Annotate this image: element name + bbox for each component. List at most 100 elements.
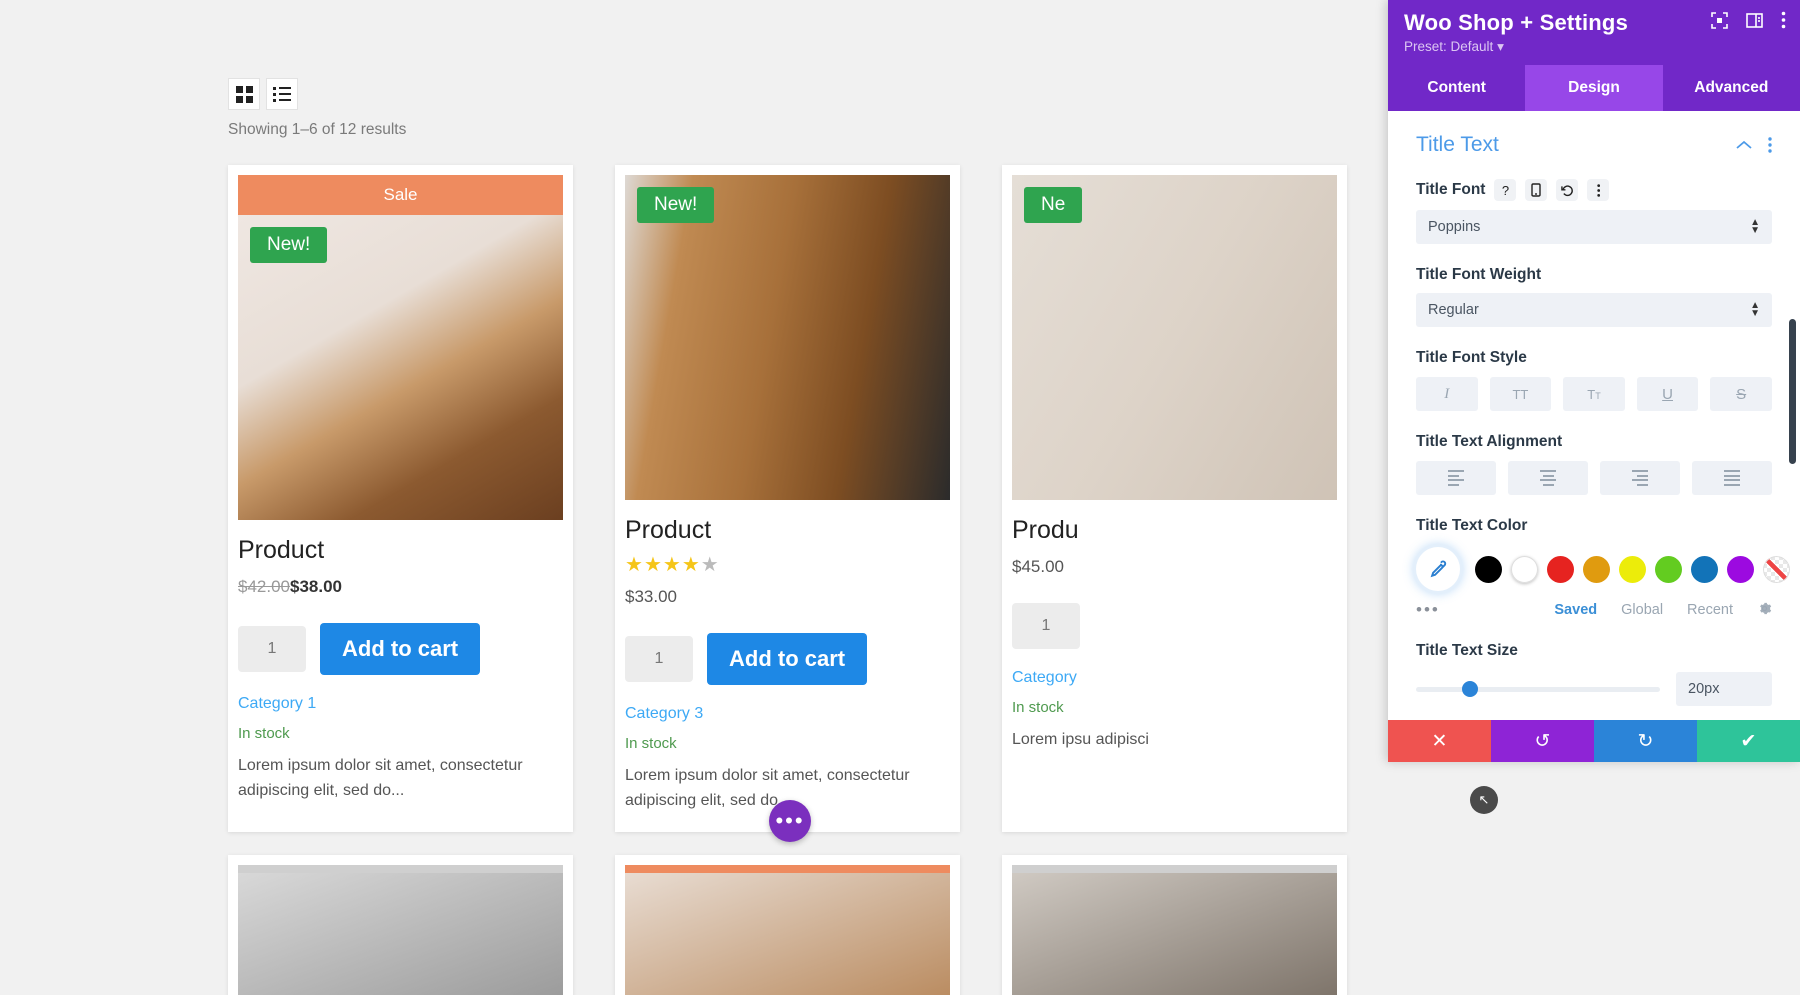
help-icon[interactable]: ?	[1494, 179, 1517, 201]
text-alignment-button-row	[1416, 461, 1772, 495]
align-justify-button[interactable]	[1692, 461, 1772, 495]
more-vertical-icon[interactable]	[1768, 137, 1772, 153]
more-vertical-icon[interactable]	[1587, 179, 1610, 201]
results-count: Showing 1–6 of 12 results	[228, 121, 407, 138]
save-button[interactable]: ✔	[1697, 720, 1800, 762]
gear-icon[interactable]	[1757, 601, 1772, 620]
product-body: Product ★★★★★ $33.00 Add to cart Categor…	[615, 516, 960, 814]
title-font-weight-select[interactable]: Regular ▲ ▼	[1416, 293, 1772, 327]
product-card[interactable]	[615, 855, 960, 995]
section-title: Title Text	[1416, 133, 1499, 156]
global-colors-link[interactable]: Global	[1621, 602, 1663, 618]
field-title-text-size: Title Text Size 20px	[1416, 642, 1772, 706]
product-title: Product	[238, 536, 325, 564]
more-colors-button[interactable]: •••	[1416, 600, 1476, 620]
swatch-white[interactable]	[1511, 555, 1538, 583]
panel-body: Title Text Title Font ? Poppins ▲ ▼ Titl…	[1388, 111, 1800, 720]
align-left-button[interactable]	[1416, 461, 1496, 495]
list-view-button[interactable]	[266, 78, 298, 110]
product-card[interactable]: Ne Produ $45.00 Category In stock Lorem …	[1002, 165, 1347, 832]
saved-colors-link[interactable]: Saved	[1554, 602, 1597, 618]
product-card[interactable]	[1002, 855, 1347, 995]
preset-selector[interactable]: Preset: Default ▾	[1404, 39, 1784, 55]
title-font-weight-value: Regular	[1428, 302, 1479, 318]
undo-button[interactable]: ↺	[1491, 720, 1594, 762]
layout-icon[interactable]	[1746, 12, 1763, 29]
uppercase-button[interactable]: TT	[1489, 377, 1552, 411]
responsive-icon[interactable]	[1525, 179, 1548, 201]
title-text-size-slider[interactable]	[1416, 681, 1660, 697]
settings-panel: Woo Shop + Settings Preset: Default ▾ Co…	[1388, 0, 1800, 762]
font-style-button-row: I TT TT U S	[1416, 377, 1772, 411]
product-image	[625, 873, 950, 995]
product-card[interactable]: New! Product ★★★★★ $33.00 Add to cart Ca…	[615, 165, 960, 832]
product-price: $42.00$38.00	[238, 577, 563, 597]
cancel-button[interactable]: ✕	[1388, 720, 1491, 762]
swatch-purple[interactable]	[1727, 555, 1754, 583]
panel-tabs: Content Design Advanced	[1388, 65, 1800, 111]
align-right-icon	[1632, 470, 1648, 486]
focus-icon[interactable]	[1711, 11, 1728, 29]
align-center-icon	[1540, 470, 1556, 486]
title-text-size-value[interactable]: 20px	[1676, 672, 1772, 706]
add-to-cart-button[interactable]: Add to cart	[707, 633, 868, 685]
tab-advanced[interactable]: Advanced	[1663, 65, 1800, 111]
align-right-button[interactable]	[1600, 461, 1680, 495]
title-font-select[interactable]: Poppins ▲ ▼	[1416, 210, 1772, 244]
swatch-yellow[interactable]	[1619, 555, 1646, 583]
product-card[interactable]: Sale New! Product $42.00$38.00 Add to ca…	[228, 165, 573, 832]
quantity-input[interactable]	[238, 626, 306, 672]
more-vertical-icon[interactable]	[1781, 11, 1786, 29]
small-caps-button[interactable]: TT	[1563, 377, 1625, 411]
field-title-font-weight: Title Font Weight Regular ▲ ▼	[1416, 266, 1772, 327]
panel-header: Woo Shop + Settings Preset: Default ▾	[1388, 0, 1800, 65]
eyedropper-icon[interactable]	[1416, 547, 1460, 591]
field-label: Title Text Size	[1416, 642, 1518, 659]
recent-colors-link[interactable]: Recent	[1687, 602, 1733, 618]
section-header-title-text: Title Text	[1416, 111, 1772, 157]
underline-button[interactable]: U	[1636, 377, 1699, 411]
swatch-transparent[interactable]	[1763, 555, 1790, 583]
view-toggle	[228, 78, 298, 110]
more-options-fab[interactable]: •••	[769, 800, 811, 842]
add-to-cart-button[interactable]: Add to cart	[320, 623, 481, 675]
tab-design[interactable]: Design	[1525, 65, 1663, 111]
quantity-input[interactable]	[1012, 603, 1080, 649]
italic-button[interactable]: I	[1416, 377, 1478, 411]
card-spacer	[238, 865, 563, 873]
product-stock: In stock	[625, 735, 677, 752]
new-badge: New!	[637, 187, 715, 223]
product-category-link[interactable]: Category 3	[625, 705, 950, 723]
chevron-up-icon[interactable]	[1736, 140, 1752, 150]
product-image	[238, 873, 563, 995]
buy-row: Add to cart	[238, 623, 563, 675]
swatch-black[interactable]	[1475, 555, 1502, 583]
panel-header-icons	[1711, 11, 1786, 29]
product-rating: ★★★★★	[625, 554, 720, 576]
quantity-input[interactable]	[625, 636, 693, 682]
product-category-link[interactable]: Category	[1012, 669, 1337, 687]
product-category-link[interactable]: Category 1	[238, 695, 563, 713]
field-label-row: Title Font ?	[1416, 179, 1772, 201]
swatch-blue[interactable]	[1691, 555, 1718, 583]
product-description: Lorem ipsu adipisci	[1012, 731, 1149, 748]
tab-content[interactable]: Content	[1388, 65, 1525, 111]
product-card[interactable]	[228, 855, 573, 995]
slider-knob[interactable]	[1461, 681, 1478, 697]
reset-icon[interactable]	[1556, 179, 1579, 201]
grid-view-button[interactable]	[228, 78, 260, 110]
redo-button[interactable]: ↻	[1594, 720, 1697, 762]
swatch-red[interactable]	[1547, 555, 1574, 583]
strikethrough-button[interactable]: S	[1710, 377, 1772, 411]
field-title-text-alignment: Title Text Alignment	[1416, 433, 1772, 495]
field-label: Title Font Weight	[1416, 266, 1542, 283]
product-body: Product $42.00$38.00 Add to cart Categor…	[228, 536, 573, 804]
panel-resize-handle[interactable]: ↖	[1470, 786, 1498, 814]
field-title-font: Title Font ? Poppins ▲ ▼	[1416, 179, 1772, 244]
panel-scrollbar[interactable]	[1789, 319, 1796, 464]
align-center-button[interactable]	[1508, 461, 1588, 495]
sale-banner: Sale	[238, 175, 563, 215]
product-stock: In stock	[238, 725, 290, 742]
swatch-green[interactable]	[1655, 555, 1682, 583]
swatch-orange[interactable]	[1583, 555, 1610, 583]
